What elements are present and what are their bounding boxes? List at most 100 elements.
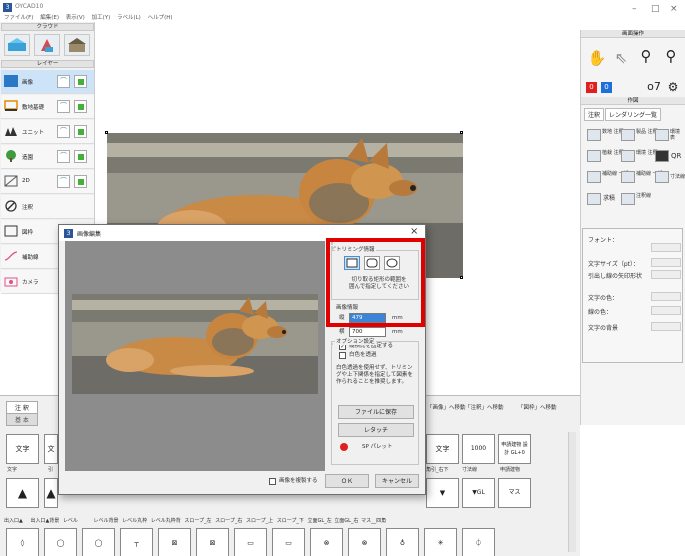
- zoom-in-icon[interactable]: ⚲: [636, 46, 656, 66]
- layer-row-site[interactable]: 敷地基礎 ⌒: [1, 95, 94, 119]
- width-input[interactable]: 700: [349, 327, 386, 337]
- palette-scrollbar[interactable]: [568, 432, 576, 552]
- line-color-select[interactable]: [651, 306, 681, 315]
- measure-icon[interactable]: o7: [644, 77, 664, 97]
- tab-annotation[interactable]: 注釈: [584, 108, 605, 121]
- visibility-toggle-icon[interactable]: [74, 125, 87, 138]
- symbol-cell[interactable]: ✳: [424, 528, 457, 556]
- symbol-cell[interactable]: ⊗: [310, 528, 343, 556]
- menu-label[interactable]: ラベル(L): [117, 15, 141, 21]
- cloud-button-3[interactable]: [64, 34, 90, 56]
- palette-cell-building[interactable]: 申請建物 設計 GL+0: [498, 434, 531, 464]
- save-file-button[interactable]: ファイルに保存: [338, 405, 414, 419]
- font-select[interactable]: [651, 243, 681, 252]
- text-color-select[interactable]: [651, 292, 681, 301]
- cancel-button[interactable]: キャンセル: [375, 474, 419, 488]
- qr-icon[interactable]: [655, 150, 669, 162]
- text-size-select[interactable]: [651, 258, 681, 267]
- line-toggle-icon[interactable]: ⌒: [57, 175, 70, 188]
- palette-cell-corner-text[interactable]: 文字: [426, 434, 459, 464]
- planting-annotation-icon[interactable]: [587, 150, 601, 162]
- mass-square-cell[interactable]: マス: [498, 478, 531, 508]
- symbol-cell[interactable]: ▭: [234, 528, 267, 556]
- goto-image-button[interactable]: 「画像」へ移動: [427, 403, 466, 411]
- line-toggle-icon[interactable]: ⌒: [57, 125, 70, 138]
- image-preview[interactable]: [65, 241, 325, 471]
- cloud-button-2[interactable]: [34, 34, 60, 56]
- zoom-out-icon[interactable]: ⚲: [661, 46, 681, 66]
- annotation-line-icon[interactable]: [621, 193, 635, 205]
- symbol-cell[interactable]: ◯: [82, 528, 115, 556]
- symbol-cell[interactable]: ◊: [6, 528, 39, 556]
- menu-view[interactable]: 表示(V): [66, 15, 85, 21]
- line-toggle-icon[interactable]: ⌒: [57, 100, 70, 113]
- layer-row-2d[interactable]: 2D ⌒: [1, 170, 94, 194]
- symbol-cell[interactable]: ◯: [44, 528, 77, 556]
- resize-handle[interactable]: [460, 131, 463, 134]
- line-toggle-icon[interactable]: ⌒: [57, 75, 70, 88]
- area-calc-icon[interactable]: [587, 193, 601, 205]
- goto-annotation-button[interactable]: 「注釈」へ移動: [465, 403, 504, 411]
- menu-help[interactable]: ヘルプ(H): [148, 15, 173, 21]
- symbol-cell[interactable]: ┬: [120, 528, 153, 556]
- elevation-gl-right-cell[interactable]: ▼GL: [462, 478, 495, 508]
- goto-frame-button[interactable]: 「図枠」へ移動: [518, 403, 557, 411]
- pointer-icon[interactable]: ⇖: [611, 48, 631, 68]
- count-badge-blue[interactable]: 0: [601, 82, 612, 93]
- whiteout-checkbox[interactable]: [339, 352, 346, 359]
- symbol-cell[interactable]: ⊠: [196, 528, 229, 556]
- layer-row-annotation[interactable]: 注釈: [1, 195, 94, 219]
- option-group-label: オプション設定: [335, 337, 376, 345]
- visibility-toggle-icon[interactable]: [74, 100, 87, 113]
- camera-layer-icon: [4, 277, 18, 287]
- arrow-shape-select[interactable]: [651, 270, 681, 279]
- minimize-icon[interactable]: –: [632, 4, 637, 14]
- gear-icon[interactable]: ⚙: [663, 77, 683, 97]
- palette-cell-text2[interactable]: 文: [44, 434, 58, 464]
- symbol-cell[interactable]: ⊠: [158, 528, 191, 556]
- symbol-cell[interactable]: ▭: [272, 528, 305, 556]
- symbol-cell[interactable]: ♁: [386, 528, 419, 556]
- menu-edit[interactable]: 編集(E): [40, 15, 59, 21]
- elevation-gl-left-cell[interactable]: ▼: [426, 478, 459, 508]
- dialog-close-icon[interactable]: ×: [410, 226, 418, 237]
- dimension-line-icon[interactable]: [655, 171, 669, 183]
- entrance-arrow-cell[interactable]: ▲: [6, 478, 39, 508]
- visibility-toggle-icon[interactable]: [74, 175, 87, 188]
- maximize-icon[interactable]: □: [651, 4, 660, 14]
- layer-row-image[interactable]: 画像 ⌒: [1, 70, 94, 94]
- product-annotation-icon[interactable]: [621, 129, 635, 141]
- pan-hand-icon[interactable]: ✋: [587, 48, 607, 68]
- retouch-button[interactable]: レタッチ: [338, 423, 414, 437]
- palette-cell-dimension[interactable]: 1000: [462, 434, 495, 464]
- visibility-toggle-icon[interactable]: [74, 150, 87, 163]
- layer-row-unit[interactable]: ユニット ⌒: [1, 120, 94, 144]
- site-annotation-icon[interactable]: [587, 129, 601, 141]
- count-badge-red[interactable]: 0: [586, 82, 597, 93]
- environment-annotation-icon[interactable]: [621, 150, 635, 162]
- palette-cell-text[interactable]: 文字: [6, 434, 39, 464]
- guide-line-icon[interactable]: [587, 171, 601, 183]
- text-bg-select[interactable]: [651, 322, 681, 331]
- menu-process[interactable]: 加工(Y): [92, 15, 111, 21]
- visibility-toggle-icon[interactable]: [74, 75, 87, 88]
- symbol-cell[interactable]: ⊗: [348, 528, 381, 556]
- close-icon[interactable]: ×: [670, 4, 678, 14]
- text-color-label: 文字の色：: [588, 295, 619, 302]
- line-toggle-icon[interactable]: ⌒: [57, 150, 70, 163]
- ok-button[interactable]: ＯＫ: [325, 474, 369, 488]
- symbol-cell[interactable]: ⏀: [462, 528, 495, 556]
- entrance-arrow-bg-cell[interactable]: ▲: [44, 478, 58, 508]
- layer-row-landscape[interactable]: 造園 ⌒: [1, 145, 94, 169]
- tab-rendering-list[interactable]: レンダリング一覧: [605, 108, 662, 121]
- unit-layer-icon: [5, 127, 17, 136]
- resize-handle[interactable]: [105, 131, 108, 134]
- resize-handle[interactable]: [460, 276, 463, 279]
- environment-table-icon[interactable]: [655, 129, 669, 141]
- guide-line-icon-2[interactable]: [621, 171, 635, 183]
- palette-subtab-basic[interactable]: 基 本: [6, 413, 38, 426]
- menu-file[interactable]: ファイル(F): [4, 15, 33, 21]
- duplicate-checkbox[interactable]: [269, 478, 276, 485]
- cloud-button-1[interactable]: [4, 34, 30, 56]
- palette-icon[interactable]: [340, 443, 348, 451]
